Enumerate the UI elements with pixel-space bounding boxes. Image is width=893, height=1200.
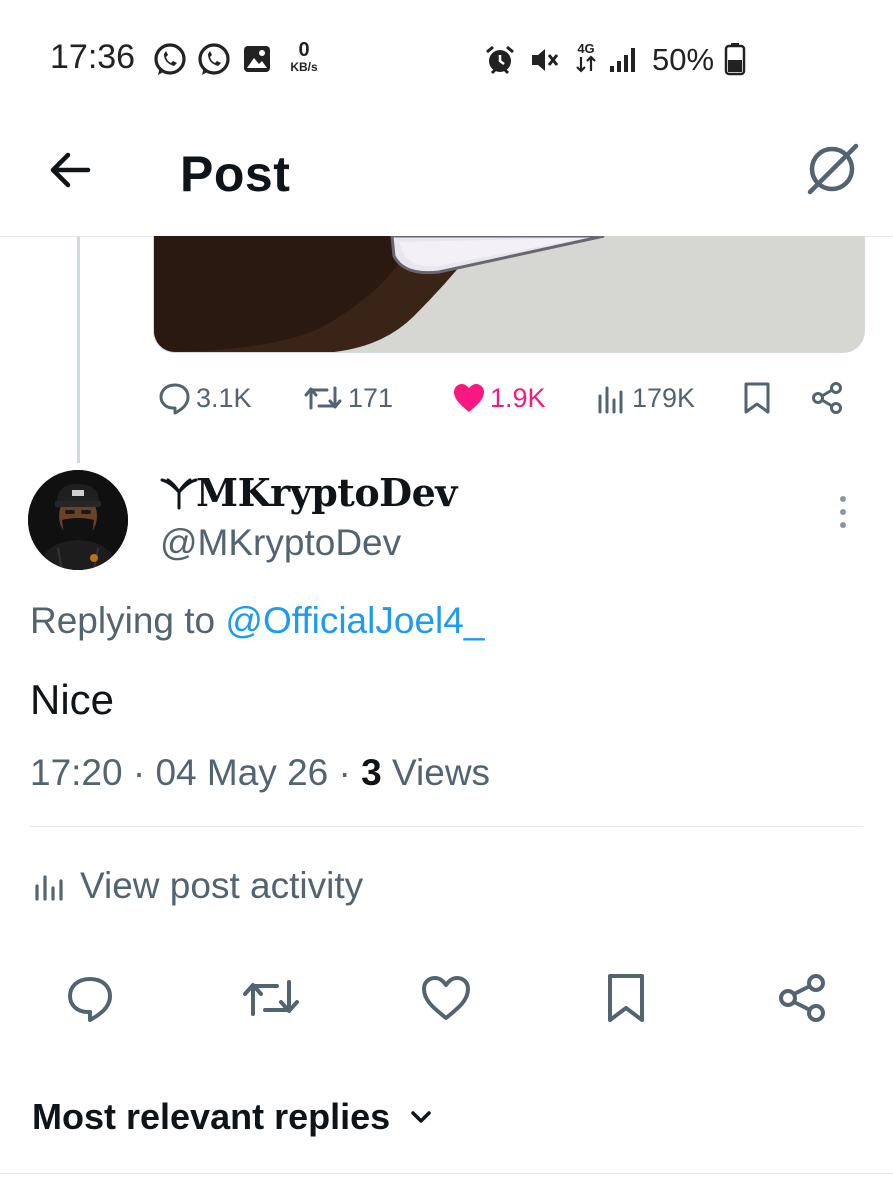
- more-options-icon[interactable]: [834, 494, 852, 530]
- views-label: Views: [392, 752, 491, 793]
- grok-icon[interactable]: [802, 138, 862, 198]
- avatar[interactable]: [28, 470, 128, 570]
- bookmark-icon: [608, 974, 644, 1022]
- meta-separator: ·: [328, 752, 362, 793]
- heart-icon: [422, 976, 470, 1020]
- post-media-image[interactable]: [153, 236, 865, 353]
- like-count: 1.9K: [490, 382, 546, 413]
- thread-connector: [77, 237, 80, 463]
- battery-icon: [724, 42, 746, 76]
- svg-text:4G: 4G: [577, 41, 594, 56]
- reply-icon: [68, 977, 112, 1022]
- signal-icon: [608, 44, 638, 74]
- share-button[interactable]: [772, 970, 832, 1026]
- chevron-down-icon: [411, 1111, 431, 1123]
- repost-button[interactable]: [236, 970, 306, 1026]
- repost-count: 171: [348, 382, 394, 413]
- page-title: Post: [180, 146, 291, 202]
- reply-button[interactable]: [60, 970, 120, 1026]
- whatsapp-icon: [196, 42, 232, 78]
- mention-link[interactable]: @OfficialJoel4_: [225, 600, 484, 641]
- reply-action[interactable]: 3.1K: [158, 378, 252, 418]
- repost-action[interactable]: 171: [302, 378, 393, 418]
- bookmark-action[interactable]: [742, 378, 772, 418]
- repost-icon: [243, 980, 299, 1016]
- whatsapp-icon: [152, 42, 188, 78]
- replies-sort-dropdown[interactable]: Most relevant replies: [32, 1092, 436, 1142]
- post-meta: 17:20 · 04 May 26 · 3 Views: [30, 752, 490, 794]
- reply-display-name[interactable]: MKryptoDev: [196, 470, 457, 515]
- post-time: 17:20: [30, 752, 123, 793]
- divider: [0, 1173, 893, 1174]
- reply-count: 3.1K: [196, 382, 252, 413]
- gallery-icon: [242, 44, 272, 74]
- replying-prefix: Replying to: [30, 600, 226, 641]
- heart-filled-icon: [454, 384, 484, 412]
- share-icon: [779, 974, 825, 1022]
- net-speed: 0 KB/s: [290, 39, 318, 74]
- view-post-activity-label: View post activity: [80, 865, 364, 906]
- divider: [30, 826, 863, 827]
- top-app-bar: [0, 110, 893, 237]
- reply-icon: [159, 383, 190, 415]
- repost-icon: [304, 386, 342, 410]
- post-date: 04 May 26: [155, 752, 329, 793]
- meta-separator: ·: [122, 752, 156, 793]
- share-action[interactable]: [810, 378, 844, 418]
- status-bar: 17:36 0 KB/s 4G 50%: [0, 0, 893, 110]
- affiliate-badge-icon: [160, 476, 198, 510]
- analytics-icon: [598, 386, 623, 414]
- share-icon: [812, 382, 842, 414]
- bookmark-icon: [744, 382, 770, 414]
- mute-icon: [528, 44, 560, 76]
- views-count: 179K: [632, 382, 696, 413]
- replying-to: Replying to @OfficialJoel4_: [30, 600, 484, 642]
- alarm-icon: [484, 44, 516, 76]
- reply-handle[interactable]: @MKryptoDev: [160, 522, 401, 564]
- view-post-activity-link[interactable]: View post activity: [32, 862, 363, 910]
- replies-sort-label: Most relevant replies: [32, 1096, 391, 1137]
- status-time: 17:36: [50, 38, 136, 76]
- bookmark-button[interactable]: [596, 970, 656, 1026]
- analytics-icon: [35, 875, 63, 901]
- network-4g-icon: 4G: [572, 40, 600, 76]
- arrow-left-icon[interactable]: [42, 142, 98, 198]
- like-action[interactable]: 1.9K: [452, 378, 546, 418]
- views-action[interactable]: 179K: [596, 378, 695, 418]
- battery-level: 50%: [652, 42, 715, 77]
- reply-views-count: 3: [361, 752, 382, 793]
- like-button[interactable]: [416, 970, 476, 1026]
- reply-text: Nice: [30, 676, 115, 723]
